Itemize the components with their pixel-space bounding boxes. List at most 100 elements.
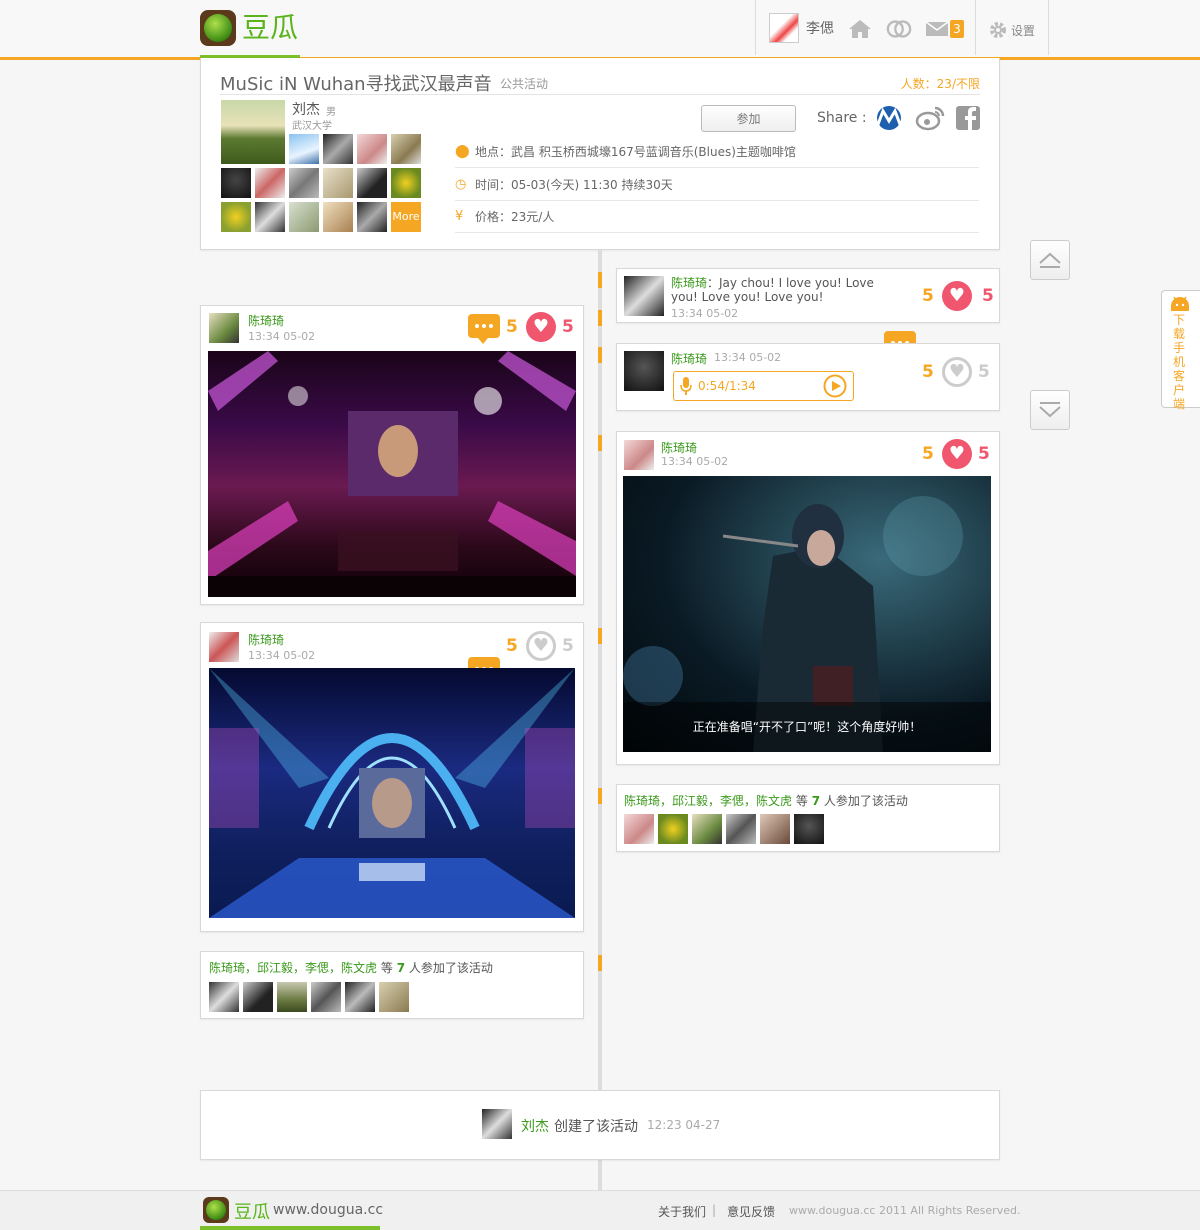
settings-link[interactable]: 设置 <box>1011 22 1035 39</box>
stage-photo[interactable] <box>209 668 575 918</box>
post-avatar[interactable] <box>624 351 664 391</box>
joined-text: 陈琦琦，邱江毅，李偲，陈文虎 等 7 人参加了该活动 <box>624 792 908 809</box>
home-icon[interactable] <box>847 18 873 40</box>
creator-avatar[interactable] <box>482 1109 512 1139</box>
participant-avatar[interactable] <box>311 982 341 1012</box>
timeline-marker <box>598 788 602 804</box>
facebook-icon[interactable] <box>952 104 984 132</box>
post-avatar[interactable] <box>209 313 239 343</box>
host-avatar[interactable] <box>221 100 285 164</box>
logo-icon[interactable] <box>200 10 236 46</box>
join-button[interactable]: 参加 <box>701 105 796 132</box>
play-icon[interactable] <box>823 374 847 398</box>
participant-avatar[interactable] <box>726 814 756 844</box>
post-time: 13:34 05-02 <box>714 351 782 364</box>
footer-logo-icon[interactable] <box>203 1197 229 1223</box>
participant-avatar[interactable] <box>289 202 319 232</box>
user-avatar[interactable] <box>769 13 799 43</box>
participant-avatar[interactable] <box>391 168 421 198</box>
host-name[interactable]: 刘杰 <box>292 99 320 119</box>
download-app-label[interactable]: 下载手机客户端 <box>1173 313 1187 411</box>
participant-avatar[interactable] <box>357 168 387 198</box>
comment-icon[interactable] <box>468 314 500 344</box>
post-author[interactable]: 陈琦琦 <box>671 352 707 366</box>
gear-icon[interactable] <box>987 19 1009 41</box>
participant-avatar[interactable] <box>289 134 319 164</box>
like-count: 5 <box>978 444 990 464</box>
weibo-icon[interactable] <box>914 104 946 132</box>
mail-count-badge[interactable]: 3 <box>950 20 964 38</box>
heart-outline-icon[interactable]: ♥ <box>942 357 972 387</box>
mail-icon[interactable] <box>924 18 950 40</box>
time-text: 时间：05-03(今天) 11:30 持续30天 <box>475 178 673 192</box>
footer-site[interactable]: www.dougua.cc <box>273 1202 383 1218</box>
topbar-divider <box>1048 0 1049 55</box>
participant-avatar[interactable] <box>345 982 375 1012</box>
joined-text: 陈琦琦，邱江毅，李偲，陈文虎 等 7 人参加了该活动 <box>209 959 493 976</box>
like-count: 5 <box>562 636 574 656</box>
joined-suffix: 人参加了该活动 <box>408 961 493 975</box>
scroll-up-button[interactable] <box>1030 240 1070 280</box>
participant-avatar[interactable] <box>323 134 353 164</box>
price-text: 价格：23元/人 <box>475 210 555 224</box>
participant-avatar[interactable] <box>289 168 319 198</box>
heart-icon[interactable]: ♥ <box>942 439 972 469</box>
participant-avatar[interactable] <box>255 202 285 232</box>
participant-avatar[interactable] <box>221 202 251 232</box>
heart-outline-icon[interactable]: ♥ <box>526 631 556 661</box>
user-name[interactable]: 李偲 <box>806 18 834 38</box>
location-text: 地点：武昌 积玉桥西城壕167号蓝调音乐(Blues)主题咖啡馆 <box>475 145 796 159</box>
concert-photo[interactable] <box>208 351 576 597</box>
footer-logo-text[interactable]: 豆瓜 <box>234 1198 270 1224</box>
timeline-marker <box>598 347 602 363</box>
scroll-down-button[interactable] <box>1030 390 1070 430</box>
friends-icon[interactable] <box>886 18 912 40</box>
participant-avatar[interactable] <box>323 202 353 232</box>
android-icon <box>1168 295 1192 313</box>
copyright: www.dougua.cc 2011 All Rights Reserved. <box>789 1204 1021 1217</box>
logo-text[interactable]: 豆瓜 <box>242 10 298 46</box>
participant-avatar[interactable] <box>760 814 790 844</box>
post-time: 13:34 05-02 <box>661 455 729 468</box>
heart-icon[interactable]: ♥ <box>526 312 556 342</box>
post-avatar[interactable] <box>209 632 239 662</box>
participant-avatar[interactable] <box>255 168 285 198</box>
created-text: 创建了该活动 <box>554 1119 638 1135</box>
heart-icon[interactable]: ♥ <box>942 281 972 311</box>
participant-avatar[interactable] <box>277 982 307 1012</box>
participant-avatar[interactable] <box>323 168 353 198</box>
post-author[interactable]: 陈琦琦 <box>248 633 284 647</box>
participant-avatar[interactable] <box>658 814 688 844</box>
about-link[interactable]: 关于我们 <box>658 1203 706 1220</box>
post-author[interactable]: 陈琦琦 <box>671 276 707 290</box>
participant-avatar[interactable] <box>624 814 654 844</box>
feedback-link[interactable]: 意见反馈 <box>727 1203 775 1220</box>
participant-avatar[interactable] <box>209 982 239 1012</box>
participant-avatar[interactable] <box>391 134 421 164</box>
participant-avatar[interactable] <box>221 168 251 198</box>
audio-time: 0:54/1:34 <box>698 379 756 393</box>
joined-names[interactable]: 陈琦琦，邱江毅，李偲，陈文虎 <box>624 794 792 808</box>
comment-count: 5 <box>922 362 934 382</box>
topbar-divider <box>975 0 976 55</box>
participant-avatar[interactable] <box>357 202 387 232</box>
post-author[interactable]: 陈琦琦 <box>248 314 284 328</box>
participant-avatar[interactable] <box>243 982 273 1012</box>
like-count: 5 <box>562 317 574 337</box>
photo-caption: 正在准备唱“开不了口”呢！这个角度好帅！ <box>692 720 922 734</box>
post-text: 陈琦琦：Jay chou! I love you! Love you! Love… <box>671 276 876 304</box>
participant-avatar[interactable] <box>379 982 409 1012</box>
participant-avatar[interactable] <box>357 134 387 164</box>
post-avatar[interactable] <box>624 440 654 470</box>
post-avatar[interactable] <box>624 276 664 316</box>
more-participants-button[interactable]: More <box>391 202 421 232</box>
event-location: ⬤ 地点：武昌 积玉桥西城壕167号蓝调音乐(Blues)主题咖啡馆 <box>455 136 979 168</box>
participant-avatar[interactable] <box>794 814 824 844</box>
event-time: ◷ 时间：05-03(今天) 11:30 持续30天 <box>455 169 979 201</box>
timeline-line <box>598 250 602 1190</box>
participant-avatar[interactable] <box>692 814 722 844</box>
renren-icon[interactable] <box>869 104 909 132</box>
post-author[interactable]: 陈琦琦 <box>661 441 697 455</box>
joined-names[interactable]: 陈琦琦，邱江毅，李偲，陈文虎 <box>209 961 377 975</box>
creator-name[interactable]: 刘杰 <box>521 1116 549 1136</box>
